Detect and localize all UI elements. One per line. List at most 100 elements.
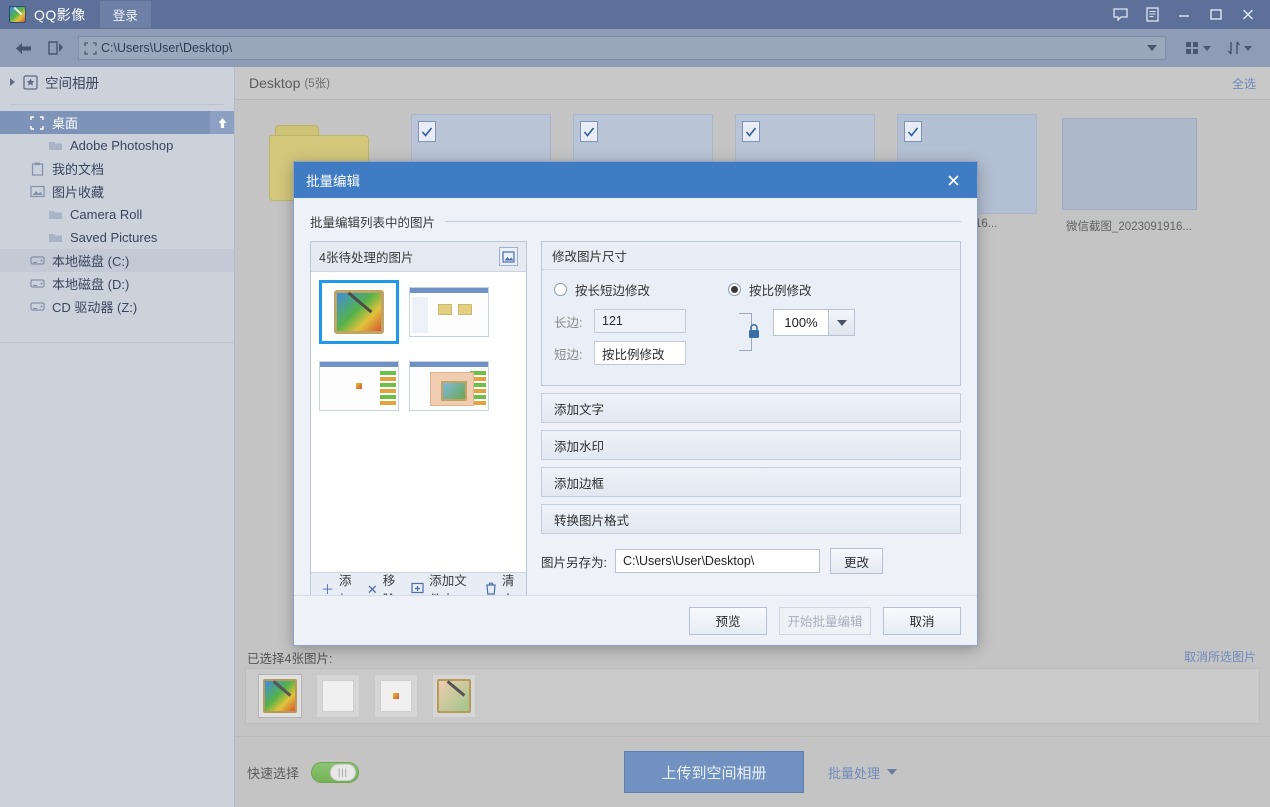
toggle-knob: ||| bbox=[330, 763, 357, 781]
close-button[interactable] bbox=[1232, 0, 1264, 29]
sort-icon bbox=[1227, 41, 1241, 55]
folder-icon bbox=[46, 207, 64, 223]
sidebar-group-cloud-album[interactable]: 空间相册 bbox=[0, 67, 234, 97]
scale-percent-input[interactable]: 100% bbox=[773, 309, 829, 336]
sidebar-item-picture-collection[interactable]: 图片收藏 bbox=[0, 180, 234, 203]
chevron-down-icon bbox=[836, 319, 847, 326]
quick-select-label: 快速选择 bbox=[247, 765, 300, 781]
radio-button bbox=[728, 283, 742, 296]
convert-format-section[interactable]: 转换图片格式 bbox=[541, 504, 961, 534]
content-header: Desktop (5张) 全选 bbox=[235, 67, 1270, 100]
image-list-header: 4张待处理的图片 bbox=[311, 242, 526, 272]
sidebar-item-local-disk-c[interactable]: 本地磁盘 (C:) bbox=[0, 249, 234, 272]
footer-bar: 快速选择 ||| 上传到空间相册 批量处理 bbox=[235, 736, 1270, 807]
grid-item-wechat-screenshot[interactable]: 微信截图_2023091916... bbox=[1059, 114, 1199, 234]
chevron-down-icon[interactable] bbox=[1147, 45, 1157, 51]
sidebar-divider bbox=[10, 104, 224, 105]
maximize-button[interactable] bbox=[1200, 0, 1232, 29]
save-path-label: 图片另存为: bbox=[541, 555, 607, 570]
preview-button[interactable]: 预览 bbox=[689, 606, 767, 635]
radio-resize-by-edges[interactable]: 按长短边修改 bbox=[554, 280, 650, 299]
tray-thumb-photo[interactable] bbox=[432, 674, 476, 718]
dialog-close-button[interactable] bbox=[941, 168, 965, 192]
app-title: QQ影像 bbox=[34, 6, 86, 23]
cancel-button[interactable]: 取消 bbox=[883, 606, 961, 635]
checkbox-checked[interactable] bbox=[904, 121, 922, 142]
desktop-icon bbox=[28, 115, 46, 131]
radio-button bbox=[554, 283, 567, 296]
legend-divider bbox=[445, 221, 961, 222]
address-input[interactable]: C:\Users\User\Desktop\ bbox=[78, 36, 1166, 60]
sidebar-item-local-disk-d[interactable]: 本地磁盘 (D:) bbox=[0, 272, 234, 295]
change-path-button[interactable]: 更改 bbox=[829, 548, 883, 574]
tray-thumb-dot[interactable] bbox=[374, 674, 418, 718]
address-bar: C:\Users\User\Desktop\ bbox=[0, 29, 1270, 67]
add-watermark-section[interactable]: 添加水印 bbox=[541, 430, 961, 460]
select-all-link[interactable]: 全选 bbox=[1232, 75, 1256, 92]
checkbox-checked[interactable] bbox=[742, 121, 760, 142]
sidebar-item-label: Camera Roll bbox=[70, 207, 143, 222]
document-icon bbox=[28, 161, 46, 177]
sidebar-item-label: Saved Pictures bbox=[70, 230, 158, 245]
cloud-album-icon bbox=[21, 74, 39, 90]
sidebar-item-label: 本地磁盘 (C:) bbox=[52, 254, 130, 269]
checkbox-checked[interactable] bbox=[580, 121, 598, 142]
feedback-icon[interactable] bbox=[1104, 0, 1136, 29]
aspect-lock[interactable] bbox=[739, 309, 773, 373]
scale-percent-dropdown[interactable] bbox=[829, 309, 855, 336]
image-thumbnail bbox=[334, 290, 384, 334]
sidebar-item-desktop[interactable]: 桌面 bbox=[0, 111, 234, 134]
sidebar-item-camera-roll[interactable]: Camera Roll bbox=[0, 203, 234, 226]
upload-button[interactable]: 上传到空间相册 bbox=[624, 751, 805, 793]
long-edge-input[interactable]: 121 bbox=[594, 309, 686, 333]
sidebar-item-saved-pictures[interactable]: Saved Pictures bbox=[0, 226, 234, 249]
open-folder-icon[interactable] bbox=[40, 33, 70, 63]
batch-edit-dialog: 批量编辑 批量编辑列表中的图片 4张待处理的图片 ＋ 添 ✕ 移 添加文 清 修… bbox=[293, 161, 978, 646]
image-list-item[interactable] bbox=[319, 354, 399, 418]
grid-view-icon bbox=[1186, 42, 1198, 54]
address-text: C:\Users\User\Desktop\ bbox=[101, 41, 233, 55]
picture-icon[interactable] bbox=[499, 247, 518, 266]
grid-view-button[interactable] bbox=[1178, 40, 1217, 56]
notes-icon[interactable] bbox=[1136, 0, 1168, 29]
sort-button[interactable] bbox=[1221, 40, 1258, 56]
batch-process-menu[interactable]: 批量处理 bbox=[828, 763, 898, 782]
dialog-footer: 预览 开始批量编辑 取消 bbox=[294, 595, 977, 645]
image-list-item[interactable] bbox=[319, 280, 399, 344]
sidebar-item-my-documents[interactable]: 我的文档 bbox=[0, 157, 234, 180]
chevron-down-icon bbox=[887, 769, 898, 775]
tray-thumb-window[interactable] bbox=[316, 674, 360, 718]
lock-icon bbox=[748, 323, 760, 339]
short-edge-input[interactable]: 按比例修改 bbox=[594, 341, 686, 365]
image-list-item[interactable] bbox=[409, 354, 489, 418]
radio-resize-by-ratio[interactable]: 按比例修改 bbox=[728, 280, 812, 299]
quick-select-toggle[interactable]: ||| bbox=[311, 761, 360, 783]
picture-icon bbox=[28, 184, 46, 200]
sidebar-item-adobe-photoshop[interactable]: Adobe Photoshop bbox=[0, 134, 234, 157]
tray-thumb-pic[interactable] bbox=[258, 674, 302, 718]
title-bar: QQ影像 登录 bbox=[0, 0, 1270, 29]
thumbnail-image bbox=[1061, 118, 1197, 210]
image-list-pane: 4张待处理的图片 ＋ 添 ✕ 移 添加文 清 bbox=[310, 241, 527, 607]
add-text-section[interactable]: 添加文字 bbox=[541, 393, 961, 423]
radio-label: 按比例修改 bbox=[749, 284, 812, 298]
add-border-section[interactable]: 添加边框 bbox=[541, 467, 961, 497]
dialog-title-bar: 批量编辑 bbox=[294, 162, 977, 198]
start-batch-edit-button[interactable]: 开始批量编辑 bbox=[779, 606, 871, 635]
x-icon: ✕ bbox=[366, 581, 378, 597]
save-path-input[interactable]: C:\Users\User\Desktop\ bbox=[614, 549, 820, 573]
image-thumbnail bbox=[319, 361, 399, 411]
image-list-item[interactable] bbox=[409, 280, 489, 344]
back-arrow-icon[interactable] bbox=[8, 33, 38, 63]
sidebar-divider-bottom bbox=[0, 342, 234, 343]
login-button[interactable]: 登录 bbox=[99, 1, 151, 28]
sidebar-item-cd-drive-z[interactable]: CD 驱动器 (Z:) bbox=[0, 295, 234, 318]
radio-label: 按长短边修改 bbox=[575, 284, 651, 298]
sidebar: 空间相册 桌面 Adobe Photoshop 我的文档 图片收藏 Camera… bbox=[0, 67, 235, 807]
drive-icon bbox=[28, 299, 46, 315]
deselect-all-link[interactable]: 取消所选图片 bbox=[1184, 648, 1270, 665]
checkbox-checked[interactable] bbox=[418, 121, 436, 142]
selection-tray bbox=[245, 668, 1260, 724]
minimize-button[interactable] bbox=[1168, 0, 1200, 29]
collapse-up-button[interactable] bbox=[210, 111, 234, 134]
